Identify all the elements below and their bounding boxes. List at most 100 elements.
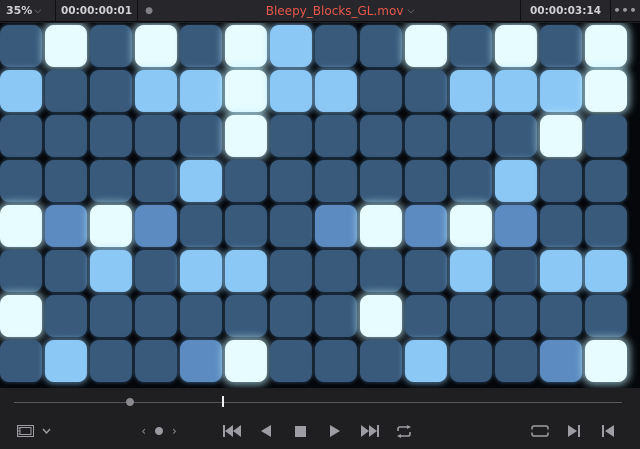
scrubber[interactable] <box>0 388 640 414</box>
video-block <box>405 205 447 247</box>
clip-options-icon[interactable]: ● <box>138 0 160 22</box>
video-block <box>225 160 267 202</box>
video-block <box>135 250 177 292</box>
video-block <box>585 160 627 202</box>
video-block <box>270 205 312 247</box>
zoom-dropdown[interactable]: 35% ⌵ <box>0 0 56 22</box>
video-block <box>135 160 177 202</box>
video-block <box>360 115 402 157</box>
video-block <box>405 160 447 202</box>
playhead[interactable] <box>222 396 224 407</box>
video-block <box>270 250 312 292</box>
video-block <box>225 25 267 67</box>
video-block <box>585 340 627 382</box>
transport-bar: ‹ › <box>0 414 640 449</box>
previous-clip-icon[interactable] <box>600 422 616 440</box>
video-block <box>45 160 87 202</box>
chevron-down-icon: ⌵ <box>34 5 42 16</box>
video-block <box>225 115 267 157</box>
video-block <box>225 205 267 247</box>
video-block <box>360 250 402 292</box>
video-block <box>180 160 222 202</box>
ellipsis-icon[interactable]: ••• <box>610 0 640 22</box>
jump-to-start-icon[interactable] <box>222 422 242 440</box>
play-reverse-icon[interactable] <box>259 422 273 440</box>
video-block <box>45 250 87 292</box>
video-block <box>585 295 627 337</box>
video-block <box>450 160 492 202</box>
video-block <box>405 295 447 337</box>
video-block <box>405 115 447 157</box>
jog-right-icon[interactable]: › <box>172 424 177 438</box>
video-block <box>270 115 312 157</box>
video-block <box>495 295 537 337</box>
video-block <box>495 70 537 112</box>
scrub-track[interactable] <box>14 402 622 403</box>
video-block <box>405 70 447 112</box>
video-block <box>180 295 222 337</box>
video-block <box>540 250 582 292</box>
video-block <box>180 250 222 292</box>
video-block <box>450 250 492 292</box>
stop-icon[interactable] <box>293 422 307 440</box>
video-block <box>0 70 42 112</box>
video-block <box>0 340 42 382</box>
video-block <box>45 340 87 382</box>
video-block <box>180 205 222 247</box>
jump-to-end-icon[interactable] <box>360 422 380 440</box>
video-block <box>135 295 177 337</box>
video-block <box>405 250 447 292</box>
video-block <box>540 295 582 337</box>
jog-left-icon[interactable]: ‹ <box>141 424 146 438</box>
video-block <box>450 25 492 67</box>
current-timecode[interactable]: 00:00:00:01 <box>56 0 138 22</box>
video-block <box>45 295 87 337</box>
duration-timecode: 00:00:03:14 <box>520 0 610 22</box>
video-block <box>360 295 402 337</box>
video-block <box>225 295 267 337</box>
video-block <box>0 205 42 247</box>
video-block <box>135 25 177 67</box>
video-block <box>225 340 267 382</box>
video-block <box>90 70 132 112</box>
video-block <box>585 205 627 247</box>
loop-icon[interactable] <box>395 422 413 440</box>
video-block <box>180 25 222 67</box>
video-block <box>135 70 177 112</box>
video-viewer[interactable] <box>0 23 640 388</box>
next-clip-icon[interactable] <box>566 422 582 440</box>
video-block <box>315 205 357 247</box>
video-block <box>45 115 87 157</box>
match-frame-icon[interactable] <box>530 422 550 440</box>
video-block <box>540 115 582 157</box>
jog-control[interactable]: ‹ › <box>138 422 180 440</box>
video-block <box>315 25 357 67</box>
video-block <box>270 340 312 382</box>
video-block <box>45 205 87 247</box>
clip-title-dropdown[interactable]: Bleepy_Blocks_GL.mov ⌵ <box>160 0 520 22</box>
scrub-knob[interactable] <box>126 398 134 406</box>
video-block <box>315 115 357 157</box>
video-block <box>450 295 492 337</box>
video-block <box>360 340 402 382</box>
video-block <box>585 25 627 67</box>
clip-title: Bleepy_Blocks_GL.mov <box>265 3 404 18</box>
video-block <box>540 205 582 247</box>
chevron-down-icon: ⌵ <box>407 5 415 16</box>
video-block <box>405 340 447 382</box>
video-block <box>495 115 537 157</box>
viewer-header: 35% ⌵ 00:00:00:01 ● Bleepy_Blocks_GL.mov… <box>0 0 640 22</box>
film-frame-icon <box>17 425 34 437</box>
video-block <box>90 295 132 337</box>
video-block <box>225 250 267 292</box>
play-icon[interactable] <box>328 422 342 440</box>
video-block <box>540 25 582 67</box>
video-block <box>405 25 447 67</box>
viewer-mode-dropdown[interactable] <box>16 422 52 440</box>
zoom-value: 35% <box>6 4 33 17</box>
chevron-down-icon <box>42 428 51 434</box>
video-block <box>90 160 132 202</box>
video-block <box>495 250 537 292</box>
video-block <box>450 70 492 112</box>
video-block <box>540 160 582 202</box>
